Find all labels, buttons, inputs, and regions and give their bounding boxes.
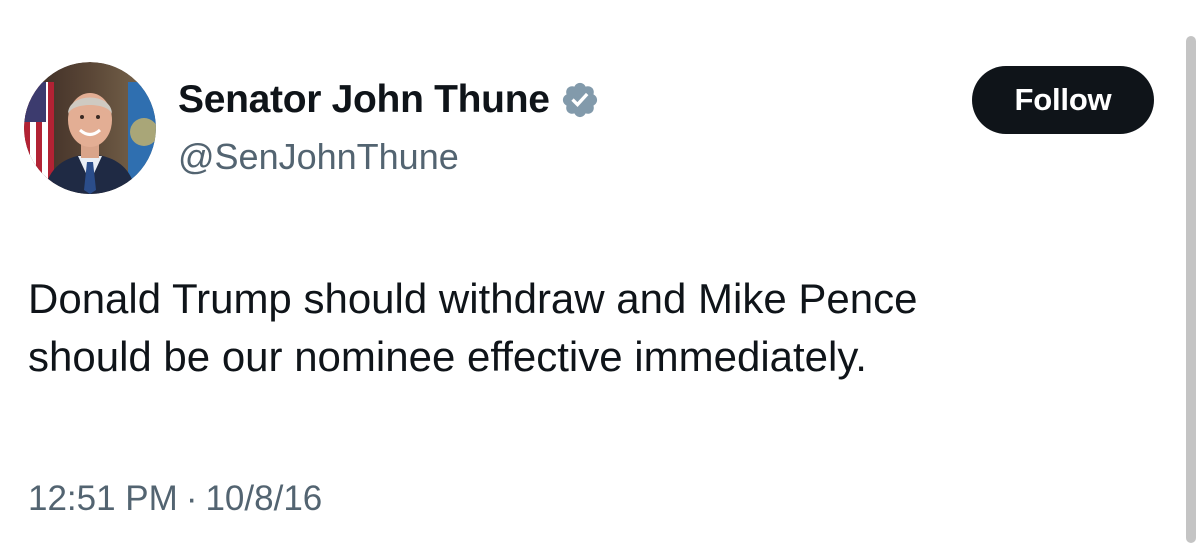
follow-button[interactable]: Follow bbox=[972, 66, 1154, 134]
verified-badge-icon[interactable] bbox=[560, 80, 600, 120]
author-handle[interactable]: @SenJohnThune bbox=[178, 134, 459, 180]
avatar[interactable] bbox=[24, 62, 156, 194]
tweet-date: 10/8/16 bbox=[205, 479, 323, 518]
tweet-text: Donald Trump should withdraw and Mike Pe… bbox=[28, 275, 918, 380]
author-name-row: Senator John Thune bbox=[178, 76, 600, 124]
tweet-card: Senator John Thune @SenJohnThune Follow … bbox=[0, 0, 1200, 543]
author-display-name[interactable]: Senator John Thune bbox=[178, 76, 550, 124]
timestamp-separator: · bbox=[185, 479, 198, 518]
tweet-timestamp[interactable]: 12:51 PM · 10/8/16 bbox=[28, 476, 322, 522]
tweet-time: 12:51 PM bbox=[28, 479, 178, 518]
avatar-photo-icon bbox=[24, 62, 156, 194]
scrollbar[interactable] bbox=[1186, 36, 1196, 543]
